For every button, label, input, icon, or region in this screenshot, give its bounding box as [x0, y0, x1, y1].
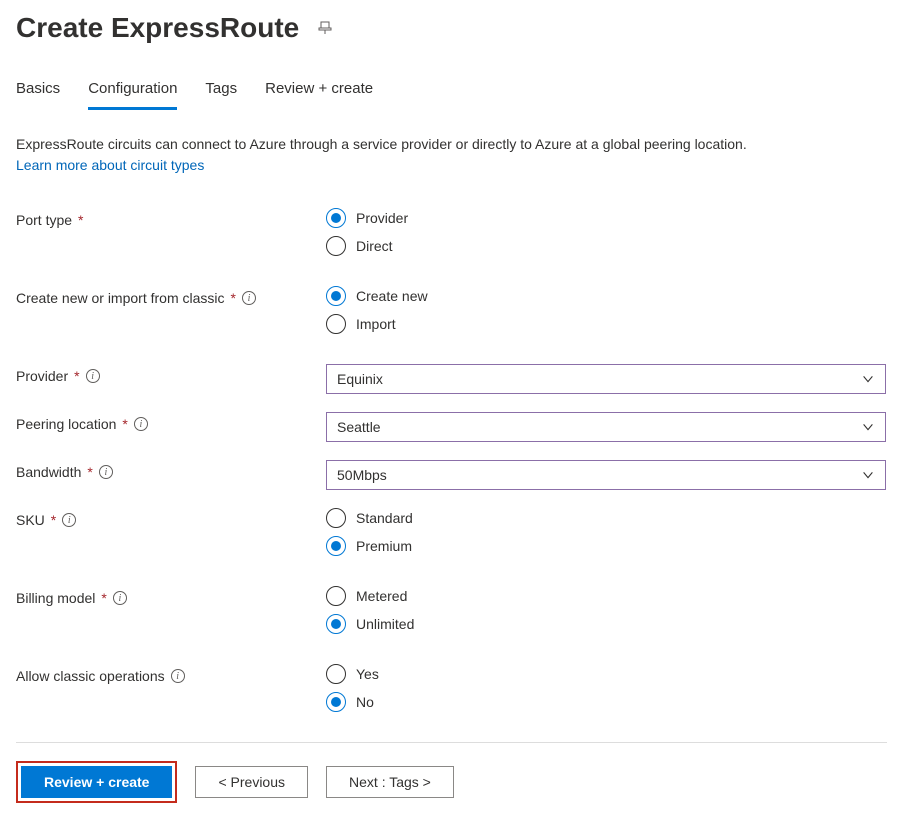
previous-button[interactable]: < Previous	[195, 766, 308, 798]
radio-label: Provider	[356, 210, 408, 226]
port-type-provider-radio[interactable]: Provider	[326, 208, 886, 228]
tab-review[interactable]: Review + create	[265, 74, 373, 110]
info-icon[interactable]: i	[62, 513, 76, 527]
select-value: 50Mbps	[337, 467, 387, 483]
provider-label: Provider	[16, 368, 68, 384]
billing-unlimited-radio[interactable]: Unlimited	[326, 614, 886, 634]
tab-configuration[interactable]: Configuration	[88, 74, 177, 110]
info-icon[interactable]: i	[99, 465, 113, 479]
highlight-box: Review + create	[16, 761, 177, 803]
bandwidth-select[interactable]: 50Mbps	[326, 460, 886, 490]
radio-label: Premium	[356, 538, 412, 554]
required-mark: *	[87, 464, 92, 480]
footer: Review + create < Previous Next : Tags >	[16, 742, 887, 803]
provider-select[interactable]: Equinix	[326, 364, 886, 394]
info-icon[interactable]: i	[86, 369, 100, 383]
info-icon[interactable]: i	[134, 417, 148, 431]
peering-select[interactable]: Seattle	[326, 412, 886, 442]
learn-more-link[interactable]: Learn more about circuit types	[16, 157, 204, 173]
required-mark: *	[101, 590, 106, 606]
info-icon[interactable]: i	[242, 291, 256, 305]
classic-label: Allow classic operations	[16, 668, 165, 684]
radio-label: Unlimited	[356, 616, 414, 632]
radio-label: No	[356, 694, 374, 710]
classic-yes-radio[interactable]: Yes	[326, 664, 886, 684]
chevron-down-icon	[861, 468, 875, 482]
sku-standard-radio[interactable]: Standard	[326, 508, 886, 528]
create-new-radio[interactable]: Create new	[326, 286, 886, 306]
description: ExpressRoute circuits can connect to Azu…	[16, 134, 887, 176]
required-mark: *	[51, 512, 56, 528]
required-mark: *	[78, 212, 83, 228]
radio-label: Standard	[356, 510, 413, 526]
info-icon[interactable]: i	[113, 591, 127, 605]
sku-label: SKU	[16, 512, 45, 528]
required-mark: *	[74, 368, 79, 384]
radio-label: Create new	[356, 288, 428, 304]
peering-label: Peering location	[16, 416, 116, 432]
required-mark: *	[122, 416, 127, 432]
select-value: Seattle	[337, 419, 381, 435]
import-radio[interactable]: Import	[326, 314, 886, 334]
radio-label: Direct	[356, 238, 393, 254]
sku-premium-radio[interactable]: Premium	[326, 536, 886, 556]
classic-no-radio[interactable]: No	[326, 692, 886, 712]
bandwidth-label: Bandwidth	[16, 464, 81, 480]
radio-label: Metered	[356, 588, 407, 604]
create-import-label: Create new or import from classic	[16, 290, 225, 306]
tab-basics[interactable]: Basics	[16, 74, 60, 110]
tab-tags[interactable]: Tags	[205, 74, 237, 110]
page-title: Create ExpressRoute	[16, 12, 299, 44]
billing-label: Billing model	[16, 590, 95, 606]
pin-icon[interactable]	[317, 20, 333, 36]
select-value: Equinix	[337, 371, 383, 387]
required-mark: *	[231, 290, 236, 306]
description-text: ExpressRoute circuits can connect to Azu…	[16, 136, 747, 152]
review-create-button[interactable]: Review + create	[21, 766, 172, 798]
next-button[interactable]: Next : Tags >	[326, 766, 454, 798]
tabs: Basics Configuration Tags Review + creat…	[16, 74, 887, 110]
chevron-down-icon	[861, 372, 875, 386]
radio-label: Import	[356, 316, 396, 332]
port-type-direct-radio[interactable]: Direct	[326, 236, 886, 256]
chevron-down-icon	[861, 420, 875, 434]
port-type-label: Port type	[16, 212, 72, 228]
billing-metered-radio[interactable]: Metered	[326, 586, 886, 606]
radio-label: Yes	[356, 666, 379, 682]
info-icon[interactable]: i	[171, 669, 185, 683]
